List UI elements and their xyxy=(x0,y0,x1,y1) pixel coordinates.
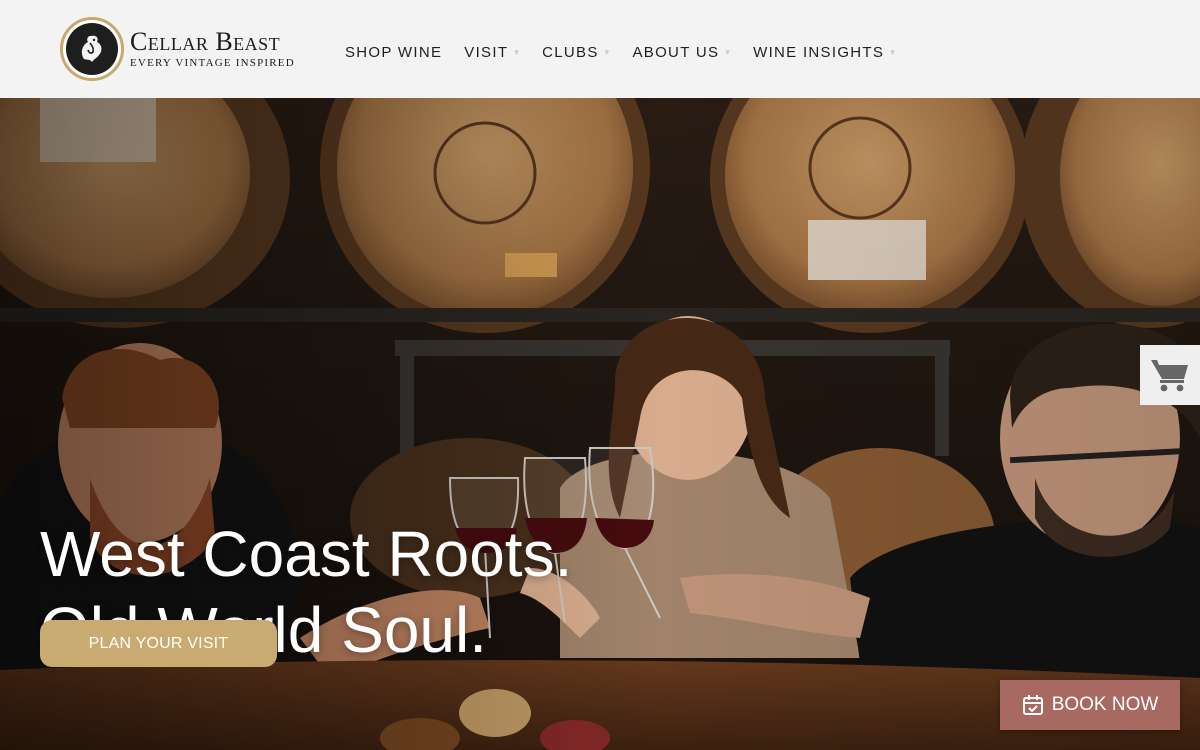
nav-visit[interactable]: VISIT ▾ xyxy=(464,44,520,61)
nav-clubs[interactable]: CLUBS ▾ xyxy=(542,44,610,61)
brand-tagline: EVERY VINTAGE INSPIRED xyxy=(130,57,295,69)
nav-label: ABOUT US xyxy=(632,44,720,61)
chevron-down-icon: ▾ xyxy=(604,47,611,57)
chevron-down-icon: ▾ xyxy=(725,47,732,57)
site-header: Cellar Beast EVERY VINTAGE INSPIRED SHOP… xyxy=(0,0,1200,98)
nav-label: SHOP WINE xyxy=(345,44,443,61)
nav-label: CLUBS xyxy=(542,44,599,61)
cart-button[interactable] xyxy=(1140,345,1200,405)
calendar-check-icon xyxy=(1022,695,1043,715)
book-now-label: BOOK NOW xyxy=(1051,694,1159,715)
nav-label: VISIT xyxy=(464,44,509,61)
beast-crest-icon xyxy=(81,35,102,62)
nav-wine-insights[interactable]: WINE INSIGHTS ▾ xyxy=(753,44,896,61)
nav-about-us[interactable]: ABOUT US ▾ xyxy=(632,44,731,61)
brand-name: Cellar Beast xyxy=(130,27,281,56)
book-now-button[interactable]: BOOK NOW xyxy=(1000,680,1180,730)
logo-badge xyxy=(60,17,124,81)
main-nav: SHOP WINE VISIT ▾ CLUBS ▾ ABOUT US ▾ WIN… xyxy=(345,44,918,61)
chevron-down-icon: ▾ xyxy=(514,47,521,57)
headline-line-1: West Coast Roots. xyxy=(40,518,573,590)
brand-logo[interactable]: Cellar Beast EVERY VINTAGE INSPIRED xyxy=(60,16,300,82)
shopping-cart-icon xyxy=(1151,360,1188,392)
chevron-down-icon: ▾ xyxy=(890,47,897,57)
plan-your-visit-button[interactable]: PLAN YOUR VISIT xyxy=(40,620,277,667)
nav-shop-wine[interactable]: SHOP WINE xyxy=(345,44,442,61)
nav-label: WINE INSIGHTS xyxy=(753,44,885,61)
